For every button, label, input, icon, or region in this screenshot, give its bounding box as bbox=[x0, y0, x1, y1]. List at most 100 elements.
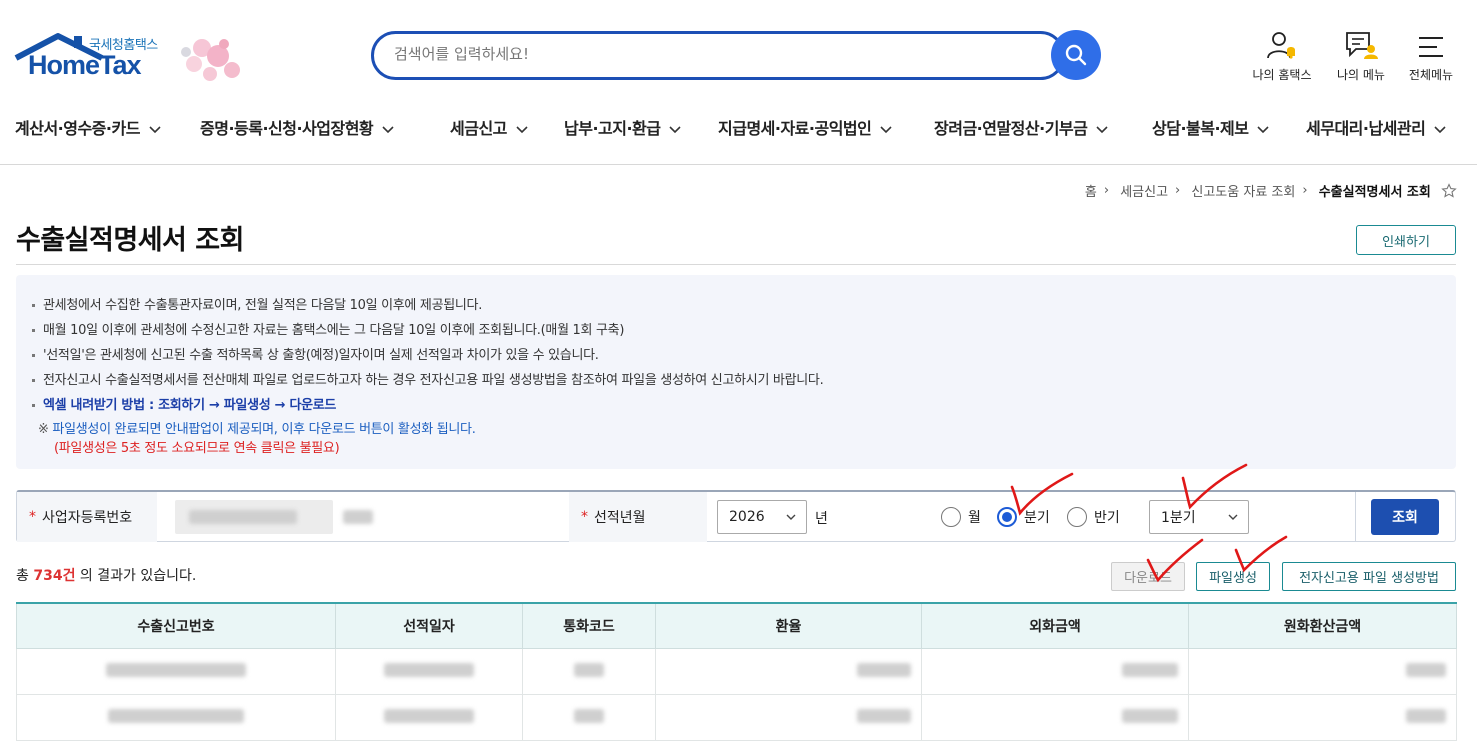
cherry-blossom-icon bbox=[181, 39, 240, 81]
file-create-button[interactable]: 파일생성 bbox=[1196, 562, 1270, 591]
excel-guide-text: 엑셀 내려받기 방법 : 조회하기 → 파일생성 → 다운로드 bbox=[43, 398, 337, 413]
gnb-label: 증명·등록·신청·사업장현황 bbox=[200, 119, 374, 138]
radio-month[interactable]: 월 bbox=[941, 507, 981, 527]
radio-half[interactable]: 반기 bbox=[1067, 507, 1120, 527]
masked-cell bbox=[384, 708, 474, 723]
chevron-down-icon bbox=[1434, 125, 1446, 133]
notice-text: 매월 10일 이후에 관세청에 수정신고한 자료는 홈택스에는 그 다음달 10… bbox=[43, 323, 625, 338]
masked-cell bbox=[1122, 708, 1178, 723]
all-menu-label: 전체메뉴 bbox=[1408, 68, 1454, 82]
gnb-item-payment[interactable]: 납부·고지·환급 bbox=[564, 115, 682, 139]
bullet-icon bbox=[32, 354, 35, 357]
gnb-item-invoice[interactable]: 계산서·영수증·카드 bbox=[15, 115, 161, 139]
notice-box: 관세청에서 수집한 수출통관자료이며, 전월 실적은 다음달 10일 이후에 제… bbox=[16, 275, 1456, 469]
search-icon bbox=[1065, 44, 1087, 66]
masked-cell bbox=[574, 662, 604, 677]
result-summary: 총 734건 의 결과가 있습니다. bbox=[16, 565, 196, 585]
gnb-item-certificate[interactable]: 증명·등록·신청·사업장현황 bbox=[200, 115, 394, 139]
bullet-icon bbox=[32, 304, 35, 307]
notice-item: '선적일'은 관세청에 신고된 수출 적하목록 상 출항(예정)일자이며 실제 … bbox=[32, 343, 823, 368]
brn-label: * 사업자등록번호 bbox=[17, 492, 157, 542]
table-row[interactable] bbox=[16, 647, 1457, 695]
year-select-value: 2026 bbox=[729, 509, 765, 525]
star-icon[interactable] bbox=[1441, 182, 1457, 199]
notice-item: 관세청에서 수집한 수출통관자료이며, 전월 실적은 다음달 10일 이후에 제… bbox=[32, 293, 823, 318]
breadcrumb-help-data[interactable]: 신고도움 자료 조회 bbox=[1191, 185, 1295, 200]
notice-warning: (파일생성은 5초 정도 소요되므로 연속 클릭은 불필요) bbox=[54, 441, 340, 456]
gnb-item-consult[interactable]: 상담·불복·제보 bbox=[1152, 115, 1270, 139]
download-button[interactable]: 다운로드 bbox=[1111, 562, 1185, 591]
col-header: 환율 bbox=[655, 602, 922, 649]
masked-name bbox=[343, 510, 373, 524]
gnb-label: 세금신고 bbox=[450, 119, 507, 138]
page-title: 수출실적명세서 조회 bbox=[16, 225, 244, 256]
chevron-down-icon bbox=[1096, 125, 1108, 133]
search-condition: * 사업자등록번호 * 선적년월 2026 년 월 분기 반기 1분기 조회 bbox=[16, 490, 1456, 542]
gnb-label: 상담·불복·제보 bbox=[1152, 119, 1249, 138]
search-button[interactable] bbox=[1051, 30, 1101, 80]
chevron-down-icon bbox=[516, 125, 528, 133]
breadcrumb: 홈 › 세금신고 › 신고도움 자료 조회 › 수출실적명세서 조회 bbox=[1085, 181, 1457, 200]
radio-circle bbox=[941, 507, 961, 527]
masked-cell bbox=[574, 708, 604, 723]
ship-year-label-text: 선적년월 bbox=[594, 510, 646, 526]
result-prefix: 총 bbox=[16, 568, 34, 584]
gnb-item-tax-report[interactable]: 세금신고 bbox=[450, 115, 528, 139]
my-hometax-link[interactable]: 나의 홈택스 bbox=[1245, 30, 1319, 83]
hometax-logo[interactable]: 국세청홈택스 HomeTax bbox=[14, 30, 254, 88]
breadcrumb-separator-icon: › bbox=[1302, 183, 1308, 198]
breadcrumb-home[interactable]: 홈 bbox=[1085, 185, 1097, 200]
quarter-select[interactable]: 1분기 bbox=[1149, 500, 1249, 534]
menu-user-icon bbox=[1346, 32, 1378, 59]
chevron-down-icon bbox=[382, 125, 394, 133]
masked-cell bbox=[108, 708, 244, 723]
search-box[interactable] bbox=[371, 31, 1065, 80]
divider bbox=[1355, 492, 1356, 542]
notice-item: 전자신고시 수출실적명세서를 전산매체 파일로 업로드하고자 하는 경우 전자신… bbox=[32, 368, 824, 393]
required-mark: * bbox=[29, 509, 36, 525]
my-hometax-label: 나의 홈택스 bbox=[1252, 68, 1312, 82]
result-count: 734건 bbox=[33, 568, 76, 584]
search-submit-button[interactable]: 조회 bbox=[1371, 499, 1439, 535]
gnb-label: 계산서·영수증·카드 bbox=[15, 119, 140, 138]
radio-circle-selected bbox=[997, 507, 1017, 527]
user-bell-icon bbox=[1267, 32, 1295, 59]
table-row[interactable] bbox=[16, 693, 1457, 741]
col-header: 통화코드 bbox=[522, 602, 656, 649]
masked-cell bbox=[1122, 662, 1178, 677]
notice-text: 관세청에서 수집한 수출통관자료이며, 전월 실적은 다음달 10일 이후에 제… bbox=[43, 298, 483, 313]
print-button[interactable]: 인쇄하기 bbox=[1356, 225, 1456, 255]
required-mark: * bbox=[581, 509, 588, 525]
notice-text: 전자신고시 수출실적명세서를 전산매체 파일로 업로드하고자 하는 경우 전자신… bbox=[43, 373, 824, 388]
all-menu-link[interactable]: 전체메뉴 bbox=[1394, 30, 1468, 83]
masked-cell bbox=[384, 662, 474, 677]
my-menu-link[interactable]: 나의 메뉴 bbox=[1324, 30, 1398, 83]
gnb-item-tax-agent[interactable]: 세무대리·납세관리 bbox=[1306, 115, 1446, 139]
note-mark: ※ bbox=[38, 422, 49, 437]
year-unit: 년 bbox=[815, 511, 828, 527]
result-suffix: 의 결과가 있습니다. bbox=[75, 568, 197, 584]
year-select[interactable]: 2026 bbox=[717, 500, 807, 534]
breadcrumb-tax-report[interactable]: 세금신고 bbox=[1120, 185, 1168, 200]
radio-circle bbox=[1067, 507, 1087, 527]
masked-cell bbox=[1406, 708, 1446, 723]
gnb-item-statement[interactable]: 지급명세·자료·공익법인 bbox=[718, 115, 892, 139]
title-divider bbox=[16, 264, 1456, 265]
notice-text: '선적일'은 관세청에 신고된 수출 적하목록 상 출항(예정)일자이며 실제 … bbox=[43, 348, 599, 363]
search-input[interactable] bbox=[394, 45, 1034, 63]
col-header: 원화환산금액 bbox=[1188, 602, 1457, 649]
radio-quarter[interactable]: 분기 bbox=[997, 507, 1050, 527]
masked-brn bbox=[189, 510, 297, 524]
radio-label: 월 bbox=[968, 510, 981, 526]
chevron-down-icon bbox=[880, 125, 892, 133]
hamburger-icon bbox=[1419, 37, 1443, 57]
col-header: 외화금액 bbox=[921, 602, 1189, 649]
gnb-item-incentive[interactable]: 장려금·연말정산·기부금 bbox=[934, 115, 1108, 139]
masked-cell bbox=[857, 662, 911, 677]
logo-main-text: HomeTax bbox=[28, 50, 142, 80]
my-menu-label: 나의 메뉴 bbox=[1337, 68, 1385, 82]
file-method-button[interactable]: 전자신고용 파일 생성방법 bbox=[1282, 562, 1456, 591]
export-table: 수출신고번호 선적일자 통화코드 환율 외화금액 원화환산금액 bbox=[16, 602, 1457, 741]
gnb-label: 장려금·연말정산·기부금 bbox=[934, 119, 1088, 138]
masked-cell bbox=[1406, 662, 1446, 677]
